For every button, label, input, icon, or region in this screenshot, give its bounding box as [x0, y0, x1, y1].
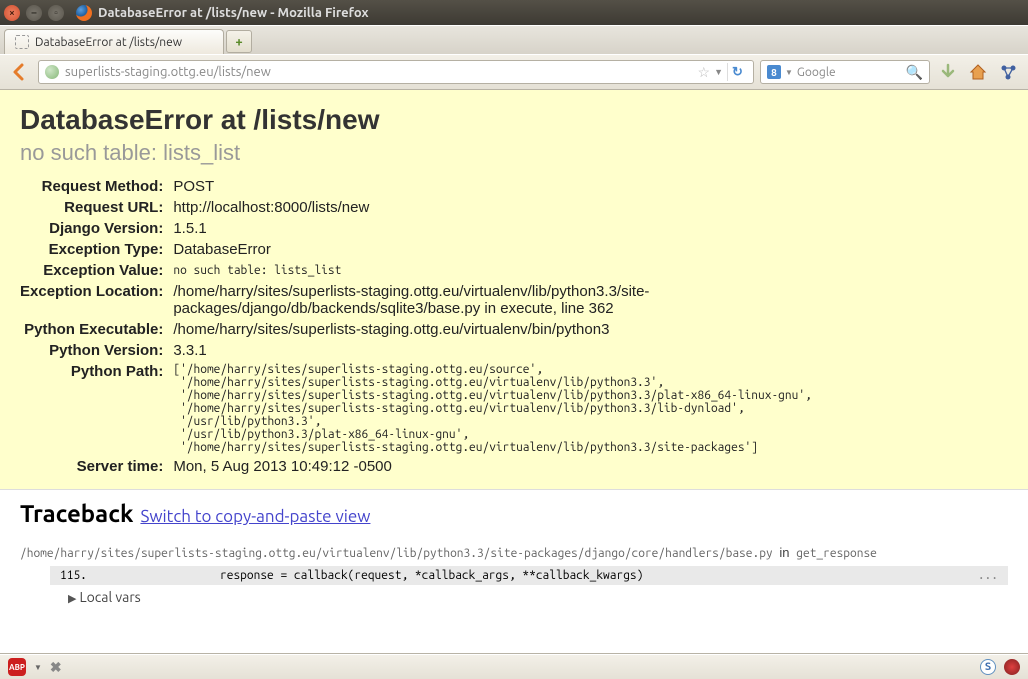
meta-value: no such table: lists_list — [173, 260, 893, 281]
traceback-frame-file: /home/harry/sites/superlists-staging.ott… — [20, 545, 1008, 560]
frame-code: response = callback(request, *callback_a… — [110, 569, 978, 582]
frame-function: get_response — [796, 547, 877, 560]
local-vars-label: Local vars — [79, 589, 140, 605]
noscript-icon[interactable]: ✖ — [50, 659, 62, 676]
traceback-section: Traceback Switch to copy-and-paste view … — [0, 490, 1028, 615]
meta-value: Mon, 5 Aug 2013 10:49:12 -0500 — [173, 456, 893, 477]
frame-path: /home/harry/sites/superlists-staging.ott… — [20, 547, 773, 560]
meta-key: Python Version: — [20, 340, 173, 361]
home-button[interactable] — [966, 60, 990, 84]
window-titlebar: × – ▫ DatabaseError at /lists/new - Mozi… — [0, 0, 1028, 25]
meta-value: ['/home/harry/sites/superlists-staging.o… — [173, 361, 893, 456]
back-button[interactable] — [8, 60, 32, 84]
url-bar[interactable]: superlists-staging.ottg.eu/lists/new ☆ ▼… — [38, 60, 754, 84]
firebug-icon[interactable] — [1004, 659, 1020, 675]
error-summary: DatabaseError at /lists/new no such tabl… — [0, 90, 1028, 490]
meta-value: 3.3.1 — [173, 340, 893, 361]
meta-value: /home/harry/sites/superlists-staging.ott… — [173, 281, 893, 319]
traceback-heading: Traceback — [20, 500, 133, 527]
search-bar[interactable]: 8 ▼ Google 🔍 — [760, 60, 930, 84]
search-go-icon[interactable]: 🔍 — [906, 64, 923, 81]
tab-active[interactable]: DatabaseError at /lists/new — [4, 29, 224, 54]
new-tab-button[interactable]: + — [226, 30, 252, 53]
meta-value: /home/harry/sites/superlists-staging.ott… — [173, 319, 893, 340]
back-arrow-icon — [10, 62, 30, 82]
window-minimize-button[interactable]: – — [26, 5, 42, 21]
url-dropdown-icon[interactable]: ▼ — [714, 67, 723, 77]
local-vars-toggle[interactable]: ▶Local vars — [68, 589, 1008, 605]
zotero-button[interactable] — [996, 60, 1020, 84]
meta-key: Request URL: — [20, 197, 173, 218]
stylish-icon[interactable]: S — [980, 659, 996, 675]
page-icon — [15, 35, 29, 49]
meta-key: Python Path: — [20, 361, 173, 456]
status-bar: ABP ▼ ✖ S — [0, 654, 1028, 679]
meta-key: Django Version: — [20, 218, 173, 239]
downloads-button[interactable] — [936, 60, 960, 84]
tab-label: DatabaseError at /lists/new — [35, 36, 182, 49]
url-host: superlists-staging.ottg.eu — [65, 65, 214, 79]
search-placeholder: Google — [797, 66, 906, 79]
window-maximize-button[interactable]: ▫ — [48, 5, 64, 21]
switch-view-link[interactable]: Switch to copy-and-paste view — [140, 507, 370, 526]
adblock-icon[interactable]: ABP — [8, 658, 26, 676]
meta-value: 1.5.1 — [173, 218, 893, 239]
window-close-button[interactable]: × — [4, 5, 20, 21]
meta-value: POST — [173, 176, 893, 197]
home-icon — [968, 62, 988, 82]
meta-value: http://localhost:8000/lists/new — [173, 197, 893, 218]
page-content: DatabaseError at /lists/new no such tabl… — [0, 90, 1028, 654]
meta-key: Exception Value: — [20, 260, 173, 281]
frame-in-word: in — [779, 545, 789, 560]
bookmark-star-icon[interactable]: ☆ — [698, 64, 711, 81]
firefox-icon — [76, 5, 92, 21]
adblock-dropdown-icon[interactable]: ▼ — [34, 663, 42, 672]
meta-key: Request Method: — [20, 176, 173, 197]
download-arrow-icon — [939, 63, 957, 81]
meta-key: Python Executable: — [20, 319, 173, 340]
error-meta-table: Request Method:POST Request URL:http://l… — [20, 176, 893, 477]
triangle-right-icon: ▶ — [68, 593, 76, 605]
error-subheading: no such table: lists_list — [20, 140, 1008, 166]
zotero-icon — [999, 63, 1017, 81]
search-engine-icon: 8 — [767, 65, 781, 79]
site-identity-icon — [45, 65, 59, 79]
window-title: DatabaseError at /lists/new - Mozilla Fi… — [98, 6, 1024, 20]
frame-ellipsis: ... — [978, 569, 998, 582]
reload-button[interactable]: ↻ — [727, 63, 747, 81]
meta-value: DatabaseError — [173, 239, 893, 260]
meta-key: Exception Type: — [20, 239, 173, 260]
url-path: /lists/new — [214, 65, 271, 79]
search-engine-dropdown-icon[interactable]: ▼ — [785, 68, 793, 77]
navigation-toolbar: superlists-staging.ottg.eu/lists/new ☆ ▼… — [0, 54, 1028, 90]
error-heading: DatabaseError at /lists/new — [20, 104, 1008, 136]
meta-key: Server time: — [20, 456, 173, 477]
frame-lineno: 115. — [60, 569, 110, 582]
traceback-code-line[interactable]: 115. response = callback(request, *callb… — [50, 566, 1008, 585]
meta-key: Exception Location: — [20, 281, 173, 319]
tab-strip: DatabaseError at /lists/new + — [0, 25, 1028, 54]
